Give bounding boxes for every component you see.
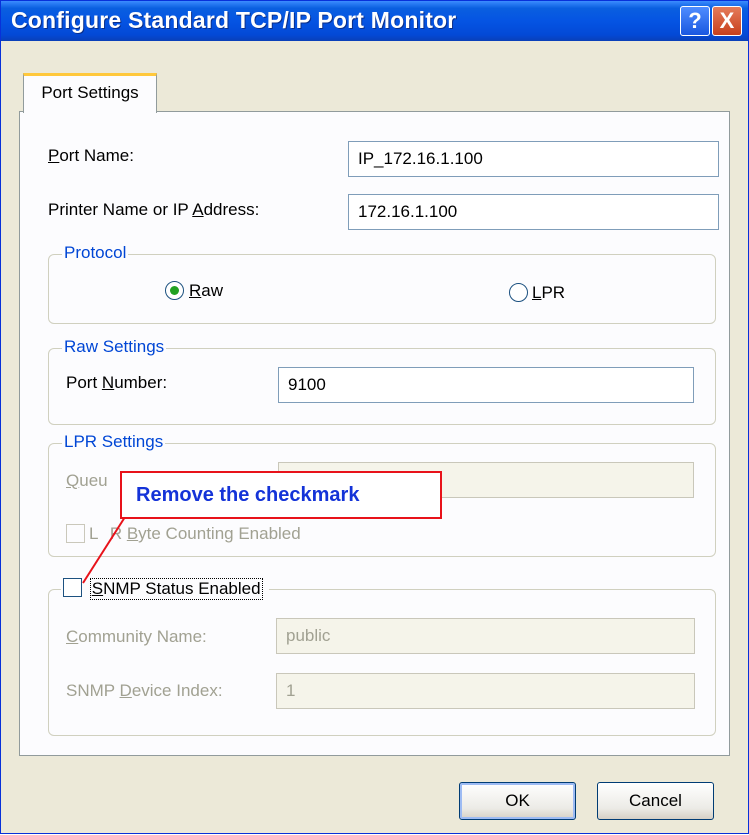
annotation-callout: Remove the checkmark (120, 471, 442, 519)
dialog-window: Configure Standard TCP/IP Port Monitor ?… (0, 0, 749, 834)
annotation-pointer-stroke (82, 516, 126, 584)
annotation-pointer-line (82, 516, 126, 584)
